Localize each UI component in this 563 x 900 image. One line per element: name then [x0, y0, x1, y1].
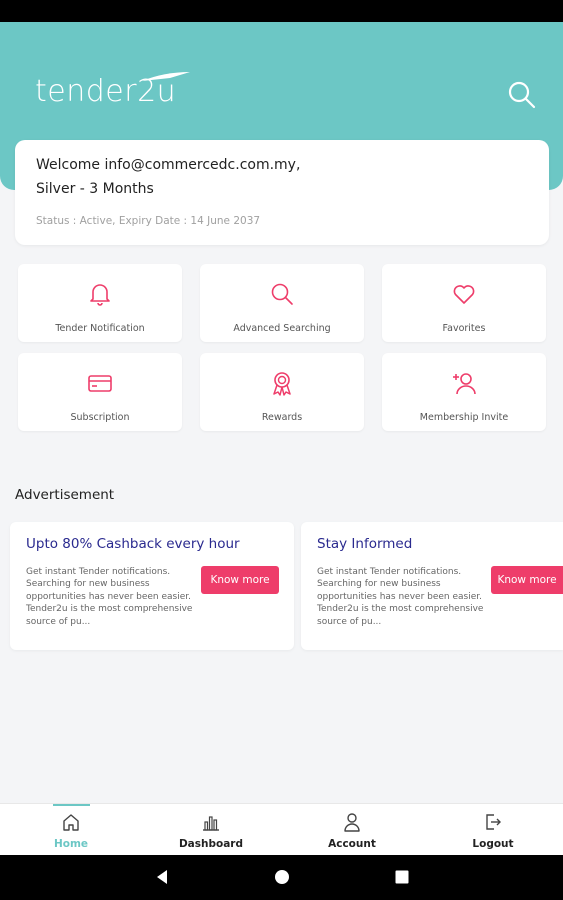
system-nav-bar — [0, 855, 563, 900]
nav-dashboard[interactable]: Dashboard — [141, 804, 281, 856]
tile-label: Advanced Searching — [233, 323, 331, 334]
chart-icon — [203, 816, 219, 831]
ad-title: Upto 80% Cashback every hour — [26, 536, 240, 552]
nav-label: Dashboard — [178, 838, 244, 850]
tile-favorites[interactable]: Favorites — [382, 264, 546, 342]
ad-body: Get instant Tender notifications. Search… — [317, 567, 484, 627]
bell-icon — [90, 284, 110, 306]
ad-body: Get instant Tender notifications. Search… — [26, 567, 193, 627]
know-more-button[interactable]: Know more — [491, 566, 563, 594]
ad-title: Stay Informed — [317, 536, 413, 552]
membership-plan: Silver - 3 Months — [36, 181, 154, 197]
tile-label: Favorites — [442, 323, 486, 334]
app-logo: tender2u — [35, 74, 177, 109]
ad-card[interactable]: Stay Informed Get instant Tender notific… — [301, 522, 563, 650]
search-icon[interactable] — [507, 80, 537, 110]
tile-rewards[interactable]: Rewards — [200, 353, 364, 431]
advertisement-heading: Advertisement — [15, 487, 115, 503]
logout-icon — [486, 814, 501, 830]
user-icon — [344, 813, 360, 832]
tile-label: Rewards — [261, 412, 303, 423]
nav-label: Account — [328, 838, 376, 850]
ad-card[interactable]: Upto 80% Cashback every hour Get instant… — [10, 522, 294, 650]
tile-membership-invite[interactable]: Membership Invite — [382, 353, 546, 431]
nav-logout[interactable]: Logout — [423, 804, 563, 856]
tile-label: Subscription — [70, 412, 130, 423]
home-circle-icon[interactable] — [274, 869, 290, 885]
welcome-greeting: Welcome info@commercedc.com.my, — [36, 157, 301, 173]
credit-card-icon — [88, 375, 112, 392]
nav-label: Home — [53, 838, 89, 850]
user-plus-icon — [453, 373, 476, 395]
status-bar — [0, 0, 563, 22]
tile-advanced-searching[interactable]: Advanced Searching — [200, 264, 364, 342]
tile-tender-notification[interactable]: Tender Notification — [18, 264, 182, 342]
home-icon — [63, 814, 79, 831]
recents-icon[interactable] — [394, 869, 410, 885]
nav-account[interactable]: Account — [282, 804, 422, 856]
welcome-card: Welcome info@commercedc.com.my, Silver -… — [15, 140, 549, 245]
tile-label: Tender Notification — [55, 323, 145, 334]
award-icon — [273, 372, 291, 396]
tile-label: Membership Invite — [419, 412, 509, 423]
membership-status: Status : Active, Expiry Date : 14 June 2… — [36, 215, 261, 227]
bottom-nav: Home Dashboard Account Logout — [0, 803, 563, 855]
nav-label: Logout — [472, 838, 514, 850]
know-more-button[interactable]: Know more — [201, 566, 279, 594]
heart-icon — [453, 285, 475, 304]
back-icon[interactable] — [154, 869, 170, 885]
tile-subscription[interactable]: Subscription — [18, 353, 182, 431]
nav-home[interactable]: Home — [1, 804, 141, 856]
search-icon — [271, 283, 293, 305]
